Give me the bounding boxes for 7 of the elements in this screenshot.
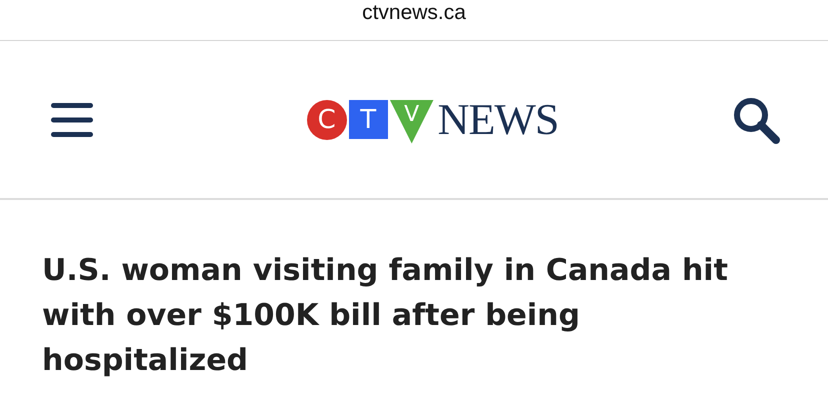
logo-wordmark[interactable]: NEWS xyxy=(438,94,558,145)
logo-square[interactable]: T xyxy=(348,100,388,139)
url-text[interactable]: ctvnews.ca xyxy=(362,1,466,25)
article-headline[interactable]: U.S. woman visiting family in Canada hit with over $100K bill after being hospitalized xyxy=(42,248,782,383)
menu-icon[interactable] xyxy=(51,102,93,136)
search-icon[interactable] xyxy=(732,96,780,144)
logo-circle[interactable]: C xyxy=(306,100,347,140)
